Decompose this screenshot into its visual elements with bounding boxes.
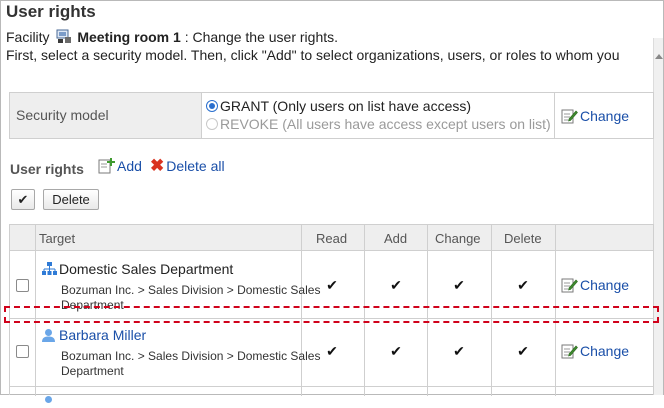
user-icon xyxy=(41,390,56,405)
change-check-icon: ✔ xyxy=(453,343,465,359)
grant-radio[interactable] xyxy=(206,100,218,112)
vertical-scrollbar[interactable] xyxy=(653,38,663,395)
security-model-label: Security model xyxy=(10,93,202,138)
revoke-option: REVOKE (All users have access except use… xyxy=(206,115,551,133)
organization-icon xyxy=(41,262,57,276)
security-model-table: Security model GRANT (Only users on list… xyxy=(9,92,654,139)
user-icon xyxy=(41,328,56,343)
delete-all-link[interactable]: ✖ Delete all xyxy=(150,156,225,175)
grant-label: GRANT (Only users on list have access) xyxy=(220,98,472,114)
row-divider xyxy=(10,386,653,387)
col-target: Target xyxy=(39,230,76,246)
change-check-icon: ✔ xyxy=(453,277,465,293)
revoke-label: REVOKE (All users have access except use… xyxy=(220,116,551,132)
facility-line: Facility Meeting room 1 : Change the use… xyxy=(6,29,338,45)
security-change-link[interactable]: Change xyxy=(561,108,629,124)
target-name[interactable]: Barbara Miller xyxy=(41,327,146,343)
security-change-cell: Change xyxy=(554,93,654,138)
facility-icon xyxy=(56,29,72,44)
add-link[interactable]: Add xyxy=(98,158,142,174)
row-checkbox[interactable] xyxy=(16,279,29,292)
target-path: Bozuman Inc. > Sales Division > Domestic… xyxy=(61,349,321,378)
delete-check-icon: ✔ xyxy=(517,277,529,293)
target-name: Domestic Sales Department xyxy=(41,261,233,277)
row-change-link[interactable]: Change xyxy=(561,343,629,359)
add-check-icon: ✔ xyxy=(390,277,402,293)
edit-icon xyxy=(561,277,578,293)
col-change: Change xyxy=(435,230,481,246)
add-icon xyxy=(98,158,116,174)
col-read: Read xyxy=(316,230,348,246)
facility-name: Meeting room 1 xyxy=(77,29,181,45)
read-check-icon: ✔ xyxy=(326,343,338,359)
add-check-icon: ✔ xyxy=(390,343,402,359)
revoke-radio xyxy=(206,118,218,130)
edit-icon xyxy=(561,343,578,359)
facility-suffix: : Change the user rights. xyxy=(184,29,339,45)
row-change-link[interactable]: Change xyxy=(561,277,629,293)
facility-prefix: Facility xyxy=(6,29,50,45)
col-add: Add xyxy=(384,230,408,246)
instruction-text: First, select a security model. Then, cl… xyxy=(6,47,620,63)
delete-button[interactable]: Delete xyxy=(43,189,99,210)
page-title: User rights xyxy=(6,2,96,21)
delete-check-icon: ✔ xyxy=(517,343,529,359)
edit-icon xyxy=(561,108,578,124)
row-checkbox[interactable] xyxy=(16,345,29,358)
delete-x-icon: ✖ xyxy=(150,156,165,175)
check-all-button[interactable]: ✔ xyxy=(11,189,35,210)
read-check-icon: ✔ xyxy=(326,277,338,293)
security-model-options: GRANT (Only users on list have access) R… xyxy=(206,97,551,133)
user-rights-label: User rights xyxy=(10,161,84,177)
col-delete: Delete xyxy=(504,230,542,246)
grant-option[interactable]: GRANT (Only users on list have access) xyxy=(206,97,551,115)
scroll-up-arrow-icon[interactable] xyxy=(655,54,663,59)
row-divider-highlight xyxy=(4,306,659,323)
